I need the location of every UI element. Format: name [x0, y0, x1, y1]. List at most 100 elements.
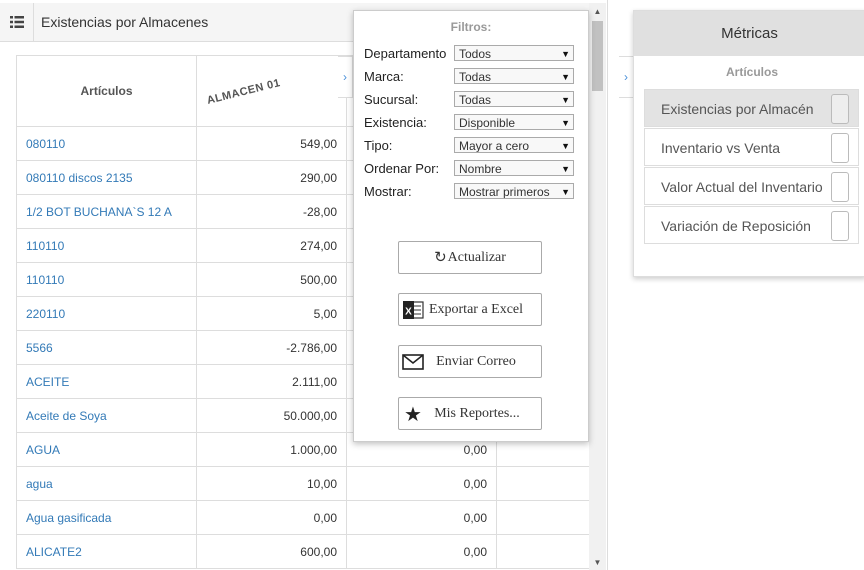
vertical-scrollbar[interactable]: ▲ ▼ — [589, 3, 606, 570]
my-reports-label: Mis Reportes... — [434, 405, 520, 421]
filter-label-mostrar: Mostrar: — [364, 184, 412, 199]
filter-label-ordenar: Ordenar Por: — [364, 161, 440, 176]
svg-text:X: X — [405, 307, 412, 318]
articulo-name-cell[interactable]: 110110 — [16, 262, 197, 297]
almacen-01-cell: 290,00 — [196, 160, 347, 195]
expand-filters-tab[interactable]: › — [338, 56, 353, 98]
metric-variacion-reposicion[interactable]: Variación de Reposición — [644, 206, 859, 244]
mostrar-value: Mostrar primeros — [459, 185, 550, 199]
list-icon[interactable] — [0, 3, 34, 41]
metric-label: Inventario vs Venta — [661, 140, 781, 156]
filter-sucursal: Sucursal: Todas ▼ — [364, 91, 586, 109]
my-reports-button[interactable]: ★ Mis Reportes... — [398, 397, 542, 430]
table-row[interactable]: ALICATE2 600,00 0,00 — [16, 534, 592, 569]
articulo-name-cell[interactable]: Agua gasificada — [16, 500, 197, 535]
existencia-select[interactable]: Disponible ▼ — [454, 114, 574, 130]
filter-departamento: Departamento Todos ▼ — [364, 45, 586, 63]
articulo-name-cell[interactable]: agua — [16, 466, 197, 501]
almacen-01-cell: 50.000,00 — [196, 398, 347, 433]
filter-label-marca: Marca: — [364, 69, 404, 84]
refresh-button[interactable]: ↻ Actualizar — [398, 241, 542, 274]
articulo-name-cell[interactable]: 080110 discos 2135 — [16, 160, 197, 195]
dropdown-arrow-icon: ▼ — [561, 187, 570, 197]
articulo-name-cell[interactable]: 080110 — [16, 126, 197, 161]
almacen-01-cell: -28,00 — [196, 194, 347, 229]
dropdown-arrow-icon: ▼ — [561, 164, 570, 174]
filter-label-existencia: Existencia: — [364, 115, 427, 130]
scroll-thumb[interactable] — [592, 21, 603, 91]
articulo-name-cell[interactable]: ALICATE2 — [16, 534, 197, 569]
metric-selector[interactable] — [831, 94, 849, 124]
existencia-value: Disponible — [459, 116, 516, 130]
marca-value: Todas — [459, 70, 492, 84]
articulo-name-cell[interactable]: ACEITE — [16, 364, 197, 399]
ordenar-value: Nombre — [459, 162, 502, 176]
sucursal-select[interactable]: Todas ▼ — [454, 91, 574, 107]
almacen-01-cell: 1.000,00 — [196, 432, 347, 467]
scroll-down-arrow-icon[interactable]: ▼ — [589, 556, 606, 568]
scroll-up-arrow-icon[interactable]: ▲ — [589, 5, 606, 17]
table-row[interactable]: Agua gasificada 0,00 0,00 — [16, 500, 592, 535]
expand-metrics-tab[interactable]: › — [619, 56, 634, 98]
filter-label-departamento: Departamento — [364, 46, 447, 61]
almacen-01-cell: 549,00 — [196, 126, 347, 161]
mostrar-select[interactable]: Mostrar primeros ▼ — [454, 183, 574, 199]
articulo-name-cell[interactable]: 1/2 BOT BUCHANA`S 12 A — [16, 194, 197, 229]
articulo-name-cell[interactable]: 5566 — [16, 330, 197, 365]
dropdown-arrow-icon: ▼ — [561, 49, 570, 59]
articulo-name-cell[interactable]: Aceite de Soya — [16, 398, 197, 433]
ordenar-select[interactable]: Nombre ▼ — [454, 160, 574, 176]
export-excel-label: Exportar a Excel — [428, 301, 524, 317]
filter-label-sucursal: Sucursal: — [364, 92, 419, 107]
tipo-value: Mayor a cero — [459, 139, 530, 153]
metric-selector[interactable] — [831, 172, 849, 202]
send-email-label: Enviar Correo — [436, 353, 516, 369]
dropdown-arrow-icon: ▼ — [561, 95, 570, 105]
articulo-name-cell[interactable]: 220110 — [16, 296, 197, 331]
column-4-cell — [496, 534, 592, 569]
metric-selector[interactable] — [831, 133, 849, 163]
metrics-panel: Métricas Artículos Existencias por Almac… — [633, 10, 864, 277]
almacen-01-cell: -2.786,00 — [196, 330, 347, 365]
almacen-01-cell: 500,00 — [196, 262, 347, 297]
metric-existencias-por-almacen[interactable]: Existencias por Almacén — [644, 89, 859, 127]
sucursal-value: Todas — [459, 93, 492, 107]
articulo-name-cell[interactable]: AGUA — [16, 432, 197, 467]
metric-selector[interactable] — [831, 211, 849, 241]
dropdown-arrow-icon: ▼ — [561, 141, 570, 151]
column-3-cell: 0,00 — [346, 500, 497, 535]
filter-ordenar: Ordenar Por: Nombre ▼ — [364, 160, 586, 178]
chevron-right-icon: › — [343, 70, 347, 84]
table-row[interactable]: agua 10,00 0,00 — [16, 466, 592, 501]
almacen-01-cell: 10,00 — [196, 466, 347, 501]
metric-label: Valor Actual del Inventario — [661, 179, 823, 195]
almacen-01-label: ALMACEN 01 — [205, 77, 282, 107]
column-header-articulos[interactable]: Artículos — [16, 55, 197, 127]
column-header-almacen-01[interactable]: ALMACEN 01 — [196, 55, 347, 127]
filter-marca: Marca: Todas ▼ — [364, 68, 586, 86]
refresh-button-label: Actualizar — [447, 249, 506, 265]
filter-mostrar: Mostrar: Mostrar primeros ▼ — [364, 183, 586, 201]
almacen-01-cell: 600,00 — [196, 534, 347, 569]
departamento-select[interactable]: Todos ▼ — [454, 45, 574, 61]
export-excel-button[interactable]: X Exportar a Excel — [398, 293, 542, 326]
filter-tipo: Tipo: Mayor a cero ▼ — [364, 137, 586, 155]
filter-label-tipo: Tipo: — [364, 138, 393, 153]
almacen-01-cell: 0,00 — [196, 500, 347, 535]
tipo-select[interactable]: Mayor a cero ▼ — [454, 137, 574, 153]
send-email-button[interactable]: Enviar Correo — [398, 345, 542, 378]
envelope-icon — [402, 351, 424, 373]
refresh-icon: ↻ — [434, 250, 447, 266]
articulo-name-cell[interactable]: 110110 — [16, 228, 197, 263]
dropdown-arrow-icon: ▼ — [561, 118, 570, 128]
column-4-cell — [496, 500, 592, 535]
metric-valor-actual-inventario[interactable]: Valor Actual del Inventario — [644, 167, 859, 205]
almacen-01-cell: 274,00 — [196, 228, 347, 263]
departamento-value: Todos — [459, 47, 492, 61]
star-icon: ★ — [404, 403, 422, 426]
column-4-cell — [496, 466, 592, 501]
metric-inventario-vs-venta[interactable]: Inventario vs Venta — [644, 128, 859, 166]
excel-icon: X — [402, 299, 424, 321]
marca-select[interactable]: Todas ▼ — [454, 68, 574, 84]
almacen-01-cell: 5,00 — [196, 296, 347, 331]
